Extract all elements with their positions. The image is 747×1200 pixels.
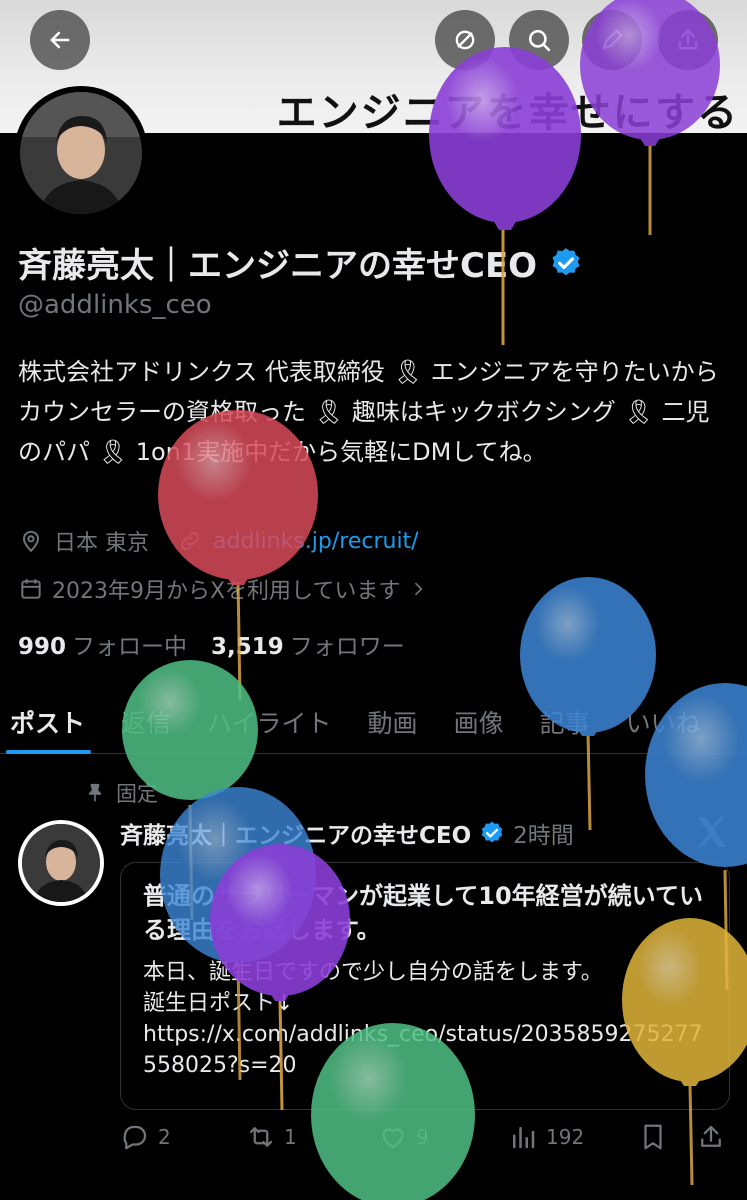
heart-icon xyxy=(382,1128,404,1149)
pencil-icon xyxy=(602,29,623,50)
display-name-text: 斉藤亮太｜エンジニアの幸せCEO xyxy=(18,246,538,286)
edit-button[interactable] xyxy=(582,10,642,70)
profile-tabs: ポスト 返信 ハイライト 動画 画像 記事 いいね xyxy=(0,690,747,754)
views-button[interactable]: 192 xyxy=(508,1122,584,1152)
link-icon xyxy=(181,532,199,550)
card-line-1: 本日、誕生日ですので少し自分の話をします。 xyxy=(143,960,603,985)
tab-likes[interactable]: いいね xyxy=(608,690,719,754)
post-header: 斉藤亮太｜エンジニアの幸せCEO 2時間 xyxy=(120,816,574,850)
followers-label[interactable]: フォロワー xyxy=(290,627,405,661)
verified-badge-icon[interactable] xyxy=(549,246,583,280)
back-arrow-icon xyxy=(50,31,70,49)
profile-url-link[interactable]: addlinks.jp/recruit/ xyxy=(213,529,419,554)
avatar-photo xyxy=(20,92,142,214)
share-icon xyxy=(678,29,698,50)
joined-text: 2023年9月からXを利用しています xyxy=(52,579,401,604)
profile-location: 日本 東京 xyxy=(54,531,149,556)
tab-highlights[interactable]: ハイライト xyxy=(189,690,350,754)
joined-row[interactable]: 2023年9月からXを利用しています xyxy=(18,573,428,605)
post-avatar-photo xyxy=(22,824,100,902)
chevron-right-icon xyxy=(415,582,423,596)
pinned-label: 固定 xyxy=(116,782,158,806)
display-name: 斉藤亮太｜エンジニアの幸せCEO xyxy=(18,238,583,287)
grok-icon xyxy=(455,30,475,50)
profile-meta-row: 日本 東京 addlinks.jp/recruit/ xyxy=(18,525,419,557)
post-time[interactable]: 2時間 xyxy=(513,816,574,850)
followers-count[interactable]: 3,519 xyxy=(211,634,284,660)
repost-count: 1 xyxy=(284,1125,297,1149)
grok-button[interactable] xyxy=(435,10,495,70)
back-button[interactable] xyxy=(30,10,90,70)
tab-articles[interactable]: 記事 xyxy=(522,690,608,754)
profile-bio: 株式会社アドリンクス 代表取締役 🎗 エンジニアを守りたいからカウンセラーの資格… xyxy=(18,358,719,466)
follow-counts: 990 フォロー中 3,519 フォロワー xyxy=(18,627,405,661)
profile-avatar[interactable] xyxy=(14,86,148,220)
tab-videos[interactable]: 動画 xyxy=(350,690,436,754)
views-count: 192 xyxy=(546,1125,585,1149)
like-button[interactable]: 9 xyxy=(378,1122,429,1152)
post-actions: 2 1 9 192 xyxy=(120,1122,735,1166)
search-icon xyxy=(528,29,551,52)
views-icon xyxy=(513,1127,535,1149)
reply-count: 2 xyxy=(158,1125,171,1149)
search-button[interactable] xyxy=(509,10,569,70)
reply-icon xyxy=(123,1125,147,1150)
post-share-icon xyxy=(701,1125,721,1147)
pinned-indicator: 固定 xyxy=(84,778,158,808)
repost-icon xyxy=(249,1127,273,1147)
repost-button[interactable]: 1 xyxy=(246,1122,297,1152)
following-count[interactable]: 990 xyxy=(18,634,66,660)
tab-replies[interactable]: 返信 xyxy=(103,690,189,754)
calendar-icon xyxy=(21,579,41,599)
following-label[interactable]: フォロー中 xyxy=(72,627,187,661)
bookmark-button[interactable] xyxy=(638,1122,668,1152)
card-line-2: 誕生日ポスト↓ xyxy=(143,991,294,1016)
pin-icon xyxy=(88,783,102,802)
share-button[interactable] xyxy=(658,10,718,70)
post-share-button[interactable] xyxy=(696,1122,726,1152)
post-avatar[interactable] xyxy=(18,820,104,906)
card-link[interactable]: https://x.com/addlinks_ceo/status/203585… xyxy=(143,1019,707,1081)
post-quote-card[interactable]: 普通のサラリーマンが起業して10年経営が続いている理由をお話します。 本日、誕生… xyxy=(120,862,730,1110)
card-body: 本日、誕生日ですので少し自分の話をします。 誕生日ポスト↓ https://x.… xyxy=(143,957,707,1081)
reply-button[interactable]: 2 xyxy=(120,1122,171,1152)
banner-text: エンジニアを幸せにする xyxy=(276,90,739,133)
x-logo-icon xyxy=(697,817,726,847)
location-pin-icon xyxy=(22,530,40,553)
post-author-name[interactable]: 斉藤亮太｜エンジニアの幸せCEO xyxy=(120,816,471,850)
post-verified-badge-icon xyxy=(481,821,503,843)
card-title: 普通のサラリーマンが起業して10年経営が続いている理由をお話します。 xyxy=(143,882,703,944)
bookmark-icon xyxy=(644,1124,662,1150)
tab-posts[interactable]: ポスト xyxy=(0,690,103,754)
profile-handle: @addlinks_ceo xyxy=(18,290,212,320)
like-count: 9 xyxy=(416,1125,429,1149)
tab-images[interactable]: 画像 xyxy=(436,690,522,754)
